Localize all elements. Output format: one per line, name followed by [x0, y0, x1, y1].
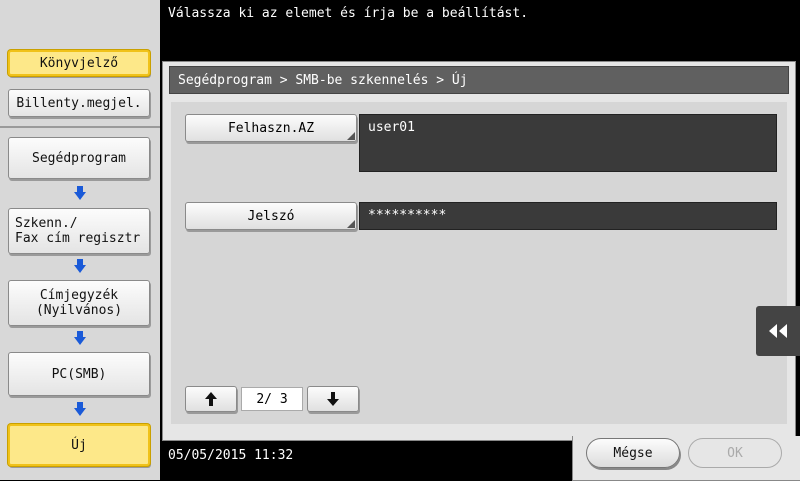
user-id-field[interactable]: user01	[359, 114, 777, 172]
down-arrow-icon	[74, 186, 86, 200]
keyboard-display-button[interactable]: Billenty.megjel.	[8, 89, 150, 117]
step-new-button[interactable]: Új	[8, 424, 150, 466]
main-panel: Segédprogram > SMB-be szkennelés > Új Fe…	[162, 61, 796, 441]
cancel-button[interactable]: Mégse	[586, 438, 680, 468]
ok-button[interactable]: OK	[688, 438, 782, 468]
breadcrumb: Segédprogram > SMB-be szkennelés > Új	[169, 66, 789, 94]
bookmark-button[interactable]: Könyvjelző	[8, 50, 150, 76]
step-address-book-button[interactable]: Címjegyzék (Nyilvános)	[8, 280, 150, 326]
password-button[interactable]: Jelszó	[185, 202, 357, 230]
page-down-button[interactable]	[307, 386, 359, 412]
step-scan-fax-register-button[interactable]: Szkenn./ Fax cím regisztr	[8, 208, 150, 254]
arrow-up-icon	[205, 392, 217, 406]
page-up-button[interactable]	[185, 386, 237, 412]
step-utility-button[interactable]: Segédprogram	[8, 137, 150, 179]
user-id-label: Felhaszn.AZ	[227, 120, 315, 136]
down-arrow-icon	[74, 331, 86, 345]
datetime-display: 05/05/2015 11:32	[168, 448, 294, 463]
corner-triangle-icon	[347, 220, 355, 228]
corner-triangle-icon	[347, 132, 355, 140]
sidebar-divider	[0, 126, 160, 128]
user-id-button[interactable]: Felhaszn.AZ	[185, 114, 357, 142]
step-pc-smb-button[interactable]: PC(SMB)	[8, 352, 150, 396]
collapse-panel-tab[interactable]	[756, 306, 800, 356]
instruction-message: Válassza ki az elemet és írja be a beáll…	[168, 6, 529, 21]
arrow-down-icon	[327, 392, 339, 406]
left-sidebar: Könyvjelző Billenty.megjel. Segédprogram…	[0, 0, 160, 480]
double-chevron-left-icon	[769, 324, 787, 338]
down-arrow-icon	[74, 259, 86, 273]
password-label: Jelszó	[247, 208, 295, 224]
page-indicator: 2/ 3	[241, 387, 303, 411]
down-arrow-icon	[74, 402, 86, 416]
form-panel: Felhaszn.AZ user01 Jelszó ********** 2/ …	[171, 102, 787, 424]
password-field[interactable]: **********	[359, 202, 777, 230]
